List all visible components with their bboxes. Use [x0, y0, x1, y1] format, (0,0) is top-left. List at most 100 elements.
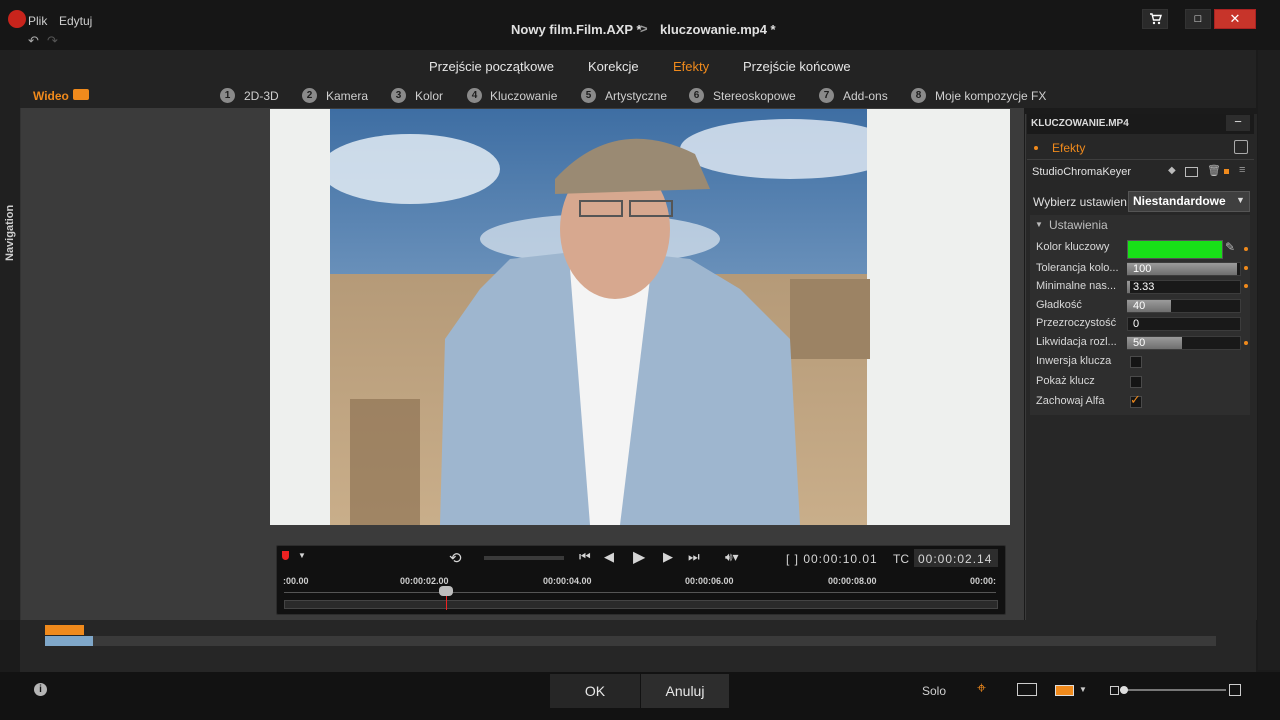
- keyframe-icon[interactable]: ◆: [1168, 165, 1176, 176]
- category-color[interactable]: Kolor: [415, 89, 443, 103]
- settings-header[interactable]: Ustawienia: [1049, 218, 1108, 232]
- close-button[interactable]: ✕: [1214, 9, 1256, 29]
- go-to-end-icon[interactable]: ⏭: [688, 549, 700, 565]
- ruler-tick: 00:00:02.00: [400, 576, 449, 586]
- chevron-down-icon[interactable]: ▼: [1236, 195, 1245, 205]
- category-number: 5: [581, 88, 596, 103]
- transparency-slider[interactable]: [1127, 317, 1241, 331]
- tab-opening-transition[interactable]: Przejście początkowe: [429, 59, 554, 74]
- breadcrumb-separator: >: [640, 21, 648, 36]
- keyframe-dot-icon[interactable]: [1244, 284, 1248, 288]
- undo-icon[interactable]: ↶: [28, 33, 39, 49]
- chevron-down-icon[interactable]: ▼: [1079, 685, 1087, 694]
- display-icon[interactable]: [1185, 167, 1198, 177]
- ok-button[interactable]: OK: [550, 674, 640, 708]
- category-my-fx[interactable]: Moje kompozycje FX: [935, 89, 1046, 103]
- effect-name[interactable]: StudioChromaKeyer: [1032, 166, 1131, 178]
- maximize-button[interactable]: □: [1185, 9, 1211, 29]
- zoom-slider-handle[interactable]: [1120, 686, 1128, 694]
- enable-indicator-icon[interactable]: [1224, 169, 1229, 174]
- tab-effects[interactable]: Efekty: [673, 59, 709, 74]
- zoom-in-icon[interactable]: [1229, 684, 1241, 696]
- timeline-clip-blue[interactable]: [45, 636, 93, 646]
- mini-timeline: [20, 620, 1256, 672]
- video-preview[interactable]: [270, 109, 1010, 525]
- save-icon[interactable]: [1234, 140, 1248, 154]
- slider-value[interactable]: 3.33: [1133, 281, 1154, 293]
- slider-value[interactable]: 0: [1133, 318, 1139, 330]
- timeline-track[interactable]: [93, 636, 1216, 646]
- zoom-out-icon[interactable]: [1110, 686, 1119, 695]
- category-stereoscopic[interactable]: Stereoskopowe: [713, 89, 796, 103]
- menu-file[interactable]: Plik: [28, 14, 47, 28]
- category-keying[interactable]: Kluczowanie: [490, 89, 557, 103]
- category-addons[interactable]: Add-ons: [843, 89, 888, 103]
- tab-corrections[interactable]: Korekcje: [588, 59, 639, 74]
- slider-value[interactable]: 100: [1133, 263, 1151, 275]
- category-camera[interactable]: Kamera: [326, 89, 368, 103]
- app-logo-icon: [8, 10, 26, 28]
- show-key-checkbox[interactable]: [1130, 376, 1142, 388]
- preset-value[interactable]: Niestandardowe: [1133, 194, 1226, 208]
- divider: [1027, 159, 1254, 160]
- redo-icon[interactable]: ↷: [47, 33, 58, 49]
- slider-fill: [1127, 281, 1130, 293]
- navigation-strip[interactable]: [0, 50, 21, 620]
- key-color-swatch[interactable]: [1127, 240, 1223, 259]
- eyedropper-icon[interactable]: ✎: [1225, 240, 1235, 254]
- slider-label: Likwidacja rozl...: [1036, 336, 1117, 348]
- slider-label: Przezroczystość: [1036, 317, 1117, 329]
- video-label: Wideo: [33, 89, 69, 103]
- marker-dropdown-icon[interactable]: ▼: [298, 551, 306, 560]
- step-forward-icon[interactable]: ▶: [663, 549, 673, 565]
- delete-icon[interactable]: 🗑︎: [1207, 164, 1221, 177]
- tc-label: TC: [893, 552, 909, 566]
- category-number: 4: [467, 88, 482, 103]
- loop-icon[interactable]: ⟲: [449, 549, 462, 567]
- project-title: Nowy film.Film.AXP *: [511, 22, 642, 37]
- external-window-icon[interactable]: [1017, 683, 1037, 696]
- ruler-tick: :00.00: [283, 576, 309, 586]
- info-icon[interactable]: i: [34, 683, 47, 696]
- slider-value[interactable]: 40: [1133, 300, 1145, 312]
- preset-label: Wybierz ustawien: [1033, 195, 1127, 209]
- marker-icon[interactable]: [282, 551, 289, 560]
- cart-button[interactable]: [1142, 9, 1168, 29]
- category-2d-3d[interactable]: 2D-3D: [244, 89, 279, 103]
- tab-closing-transition[interactable]: Przejście końcowe: [743, 59, 851, 74]
- keyframe-dot-icon[interactable]: [1244, 341, 1248, 345]
- footer-bar: [0, 672, 1280, 720]
- cancel-button[interactable]: Anuluj: [641, 674, 729, 708]
- timeline-clip-orange[interactable]: [45, 625, 84, 635]
- category-number: 1: [220, 88, 235, 103]
- category-artistic[interactable]: Artystyczne: [605, 89, 667, 103]
- solo-toggle[interactable]: Solo: [922, 684, 946, 698]
- menu-edit[interactable]: Edytuj: [59, 14, 92, 28]
- key-color-label: Kolor kluczowy: [1036, 241, 1110, 253]
- target-icon[interactable]: ⌖: [977, 680, 986, 698]
- aspect-icon[interactable]: [1055, 685, 1074, 696]
- timecode-value[interactable]: 00:00:02.14: [918, 552, 992, 566]
- keyframe-dot-icon[interactable]: [1244, 266, 1248, 270]
- checkbox-label: Zachowaj Alfa: [1036, 395, 1105, 407]
- volume-icon[interactable]: 🔊︎▾: [725, 550, 739, 565]
- checkmark-icon: ✓: [1130, 392, 1141, 407]
- collapse-triangle-icon[interactable]: ▼: [1035, 220, 1043, 229]
- scrub-bar[interactable]: [284, 600, 998, 609]
- play-icon[interactable]: ▶: [633, 547, 645, 567]
- playhead-handle[interactable]: [439, 586, 453, 596]
- clip-title: kluczowanie.mp4 *: [660, 22, 776, 37]
- ruler-tick: 00:00:06.00: [685, 576, 734, 586]
- slider-value[interactable]: 50: [1133, 337, 1145, 349]
- invert-key-checkbox[interactable]: [1130, 356, 1142, 368]
- section-effects[interactable]: Efekty: [1052, 141, 1085, 155]
- step-back-icon[interactable]: ◀: [604, 549, 614, 565]
- go-to-start-icon[interactable]: ⏮: [579, 549, 591, 565]
- keyframe-dot-icon[interactable]: [1244, 247, 1248, 251]
- navigation-label[interactable]: Navigation: [4, 201, 16, 261]
- shuttle-slider[interactable]: [484, 556, 564, 560]
- right-edge-strip: [1258, 50, 1280, 670]
- drag-handle-icon[interactable]: ≡: [1239, 164, 1245, 176]
- collapse-button[interactable]: −: [1226, 115, 1250, 131]
- zoom-slider[interactable]: [1120, 689, 1226, 691]
